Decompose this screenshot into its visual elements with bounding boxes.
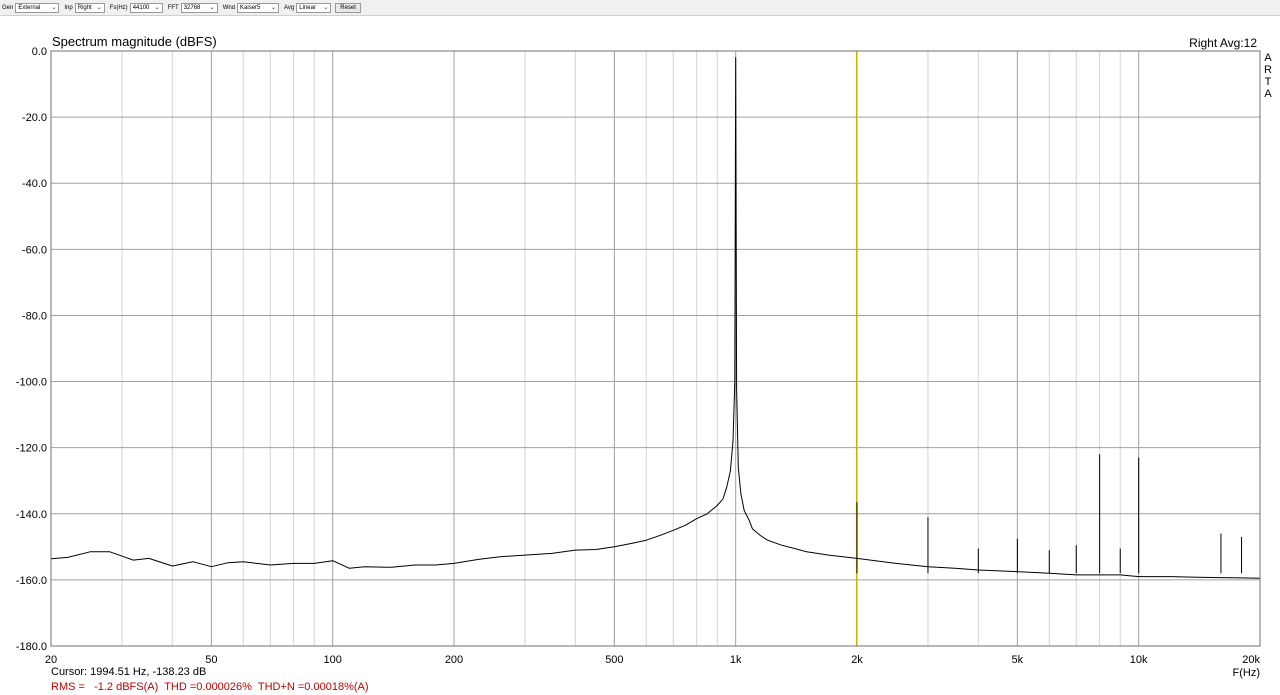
chart-title: Spectrum magnitude (dBFS) — [52, 34, 217, 49]
x-tick-label: 20k — [1242, 654, 1260, 666]
x-tick-label: 100 — [324, 654, 342, 666]
plot-frame — [50, 50, 1261, 647]
y-tick-label: -60.0 — [22, 244, 47, 256]
x-tick-label: 2k — [851, 654, 863, 666]
spectrum-chart[interactable]: 0.0 -20.0 -40.0 -60.0 -80.0 -100.0 -120.0 -140.… — [0, 0, 1280, 695]
y-tick-label: -20.0 — [22, 112, 47, 124]
x-axis-label: F(Hz) — [1233, 667, 1261, 679]
channel-label: Right Avg:12 — [1189, 36, 1257, 50]
y-tick-label: -120.0 — [16, 443, 47, 455]
y-tick-label: -180.0 — [16, 641, 47, 653]
y-tick-label: 0.0 — [32, 46, 47, 58]
x-tick-labels: 20 50 100 200 500 1k 2k 5k 10k 20kF(Hz) — [45, 654, 1261, 679]
x-tick-label: 500 — [605, 654, 623, 666]
x-tick-label: 50 — [205, 654, 217, 666]
metrics-readout: RMS = -1.2 dBFS(A) THD =0.000026% THD+N … — [51, 681, 369, 693]
x-tick-label: 200 — [445, 654, 463, 666]
x-tick-label: 20 — [45, 654, 57, 666]
cursor-readout: Cursor: 1994.51 Hz, -138.23 dB — [51, 666, 207, 678]
x-tick-label: 10k — [1130, 654, 1148, 666]
y-tick-label: -40.0 — [22, 178, 47, 190]
grid — [50, 50, 1261, 647]
arta-letter: A — [1264, 52, 1272, 64]
y-tick-label: -140.0 — [16, 509, 47, 521]
y-tick-labels: 0.0 -20.0 -40.0 -60.0 -80.0 -100.0 -120.0 -140.… — [16, 46, 47, 653]
x-tick-label: 1k — [730, 654, 742, 666]
y-tick-label: -160.0 — [16, 575, 47, 587]
arta-letter: T — [1264, 76, 1272, 88]
arta-logo: A R T A — [1263, 52, 1273, 100]
y-tick-label: -80.0 — [22, 310, 47, 322]
spectrum-trace — [50, 57, 1261, 579]
arta-letter: A — [1264, 88, 1272, 100]
arta-letter: R — [1264, 64, 1272, 76]
y-tick-label: -100.0 — [16, 377, 47, 389]
trace-group — [50, 57, 1261, 579]
x-tick-label: 5k — [1012, 654, 1024, 666]
